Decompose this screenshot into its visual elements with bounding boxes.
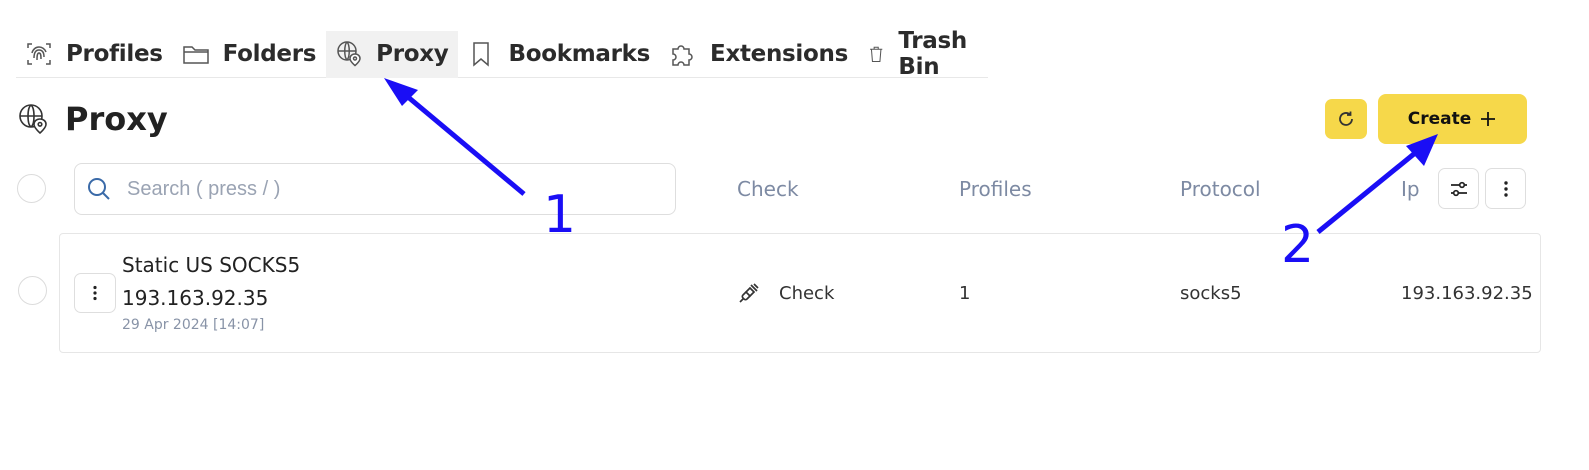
annotation-label-1: 1 <box>543 185 577 245</box>
globe-pin-icon <box>337 41 361 67</box>
tab-proxy[interactable]: Proxy <box>326 30 459 78</box>
page-header: Proxy <box>16 100 168 138</box>
tab-folders[interactable]: Folders <box>173 31 326 78</box>
tab-label: Folders <box>222 41 317 67</box>
tab-profiles[interactable]: Profiles <box>16 31 173 78</box>
arrow-1-head <box>384 78 418 106</box>
create-button[interactable]: Create <box>1378 94 1527 144</box>
annotation-label-2: 2 <box>1281 215 1315 275</box>
proxy-name: Static US SOCKS5 <box>122 253 301 277</box>
row-menu-button[interactable] <box>74 273 116 313</box>
nav-tabs: Profiles Folders Proxy Bookmarks Extensi… <box>16 28 988 80</box>
tab-label: Bookmarks <box>508 41 651 67</box>
select-all-checkbox[interactable] <box>17 174 46 203</box>
plug-icon <box>739 283 759 303</box>
create-button-label: Create <box>1407 109 1472 129</box>
plus-icon <box>1481 112 1496 126</box>
page-title: Proxy <box>65 100 168 138</box>
more-options-button[interactable] <box>1485 168 1526 209</box>
tab-bookmarks[interactable]: Bookmarks <box>458 31 660 78</box>
puzzle-icon <box>672 45 693 66</box>
more-vertical-icon <box>1503 180 1508 197</box>
proxy-created-date: 29 Apr 2024 [14:07] <box>122 317 265 333</box>
tab-label: Profiles <box>66 41 163 67</box>
tab-label: Trash Bin <box>898 28 967 80</box>
column-header-ip[interactable]: Ip <box>1401 177 1420 201</box>
check-proxy-button[interactable]: Check <box>737 281 834 305</box>
check-label: Check <box>779 282 835 304</box>
folder-icon <box>182 46 209 64</box>
tab-extensions[interactable]: Extensions <box>660 31 858 78</box>
search-icon <box>88 178 110 200</box>
tab-label: Proxy <box>376 41 449 67</box>
ip-value: 193.163.92.35 <box>1401 283 1533 304</box>
refresh-button[interactable] <box>1325 99 1367 139</box>
protocol-value: socks5 <box>1180 283 1242 304</box>
globe-pin-icon <box>19 104 47 135</box>
proxy-host: 193.163.92.35 <box>122 286 269 310</box>
more-vertical-icon <box>93 285 97 301</box>
column-header-check[interactable]: Check <box>737 177 799 201</box>
refresh-icon <box>1339 111 1353 126</box>
search-box <box>74 163 676 215</box>
bookmark-icon <box>473 42 490 67</box>
row-select-checkbox[interactable] <box>18 276 47 305</box>
column-header-profiles[interactable]: Profiles <box>959 177 1032 201</box>
tab-label: Extensions <box>710 41 848 67</box>
trash-icon <box>870 46 883 62</box>
column-header-protocol[interactable]: Protocol <box>1180 177 1261 201</box>
profiles-count: 1 <box>959 283 971 304</box>
tab-trash-bin[interactable]: Trash Bin <box>858 28 988 80</box>
fingerprint-icon <box>27 43 51 65</box>
sliders-icon <box>1450 181 1467 196</box>
column-settings-button[interactable] <box>1438 168 1479 209</box>
